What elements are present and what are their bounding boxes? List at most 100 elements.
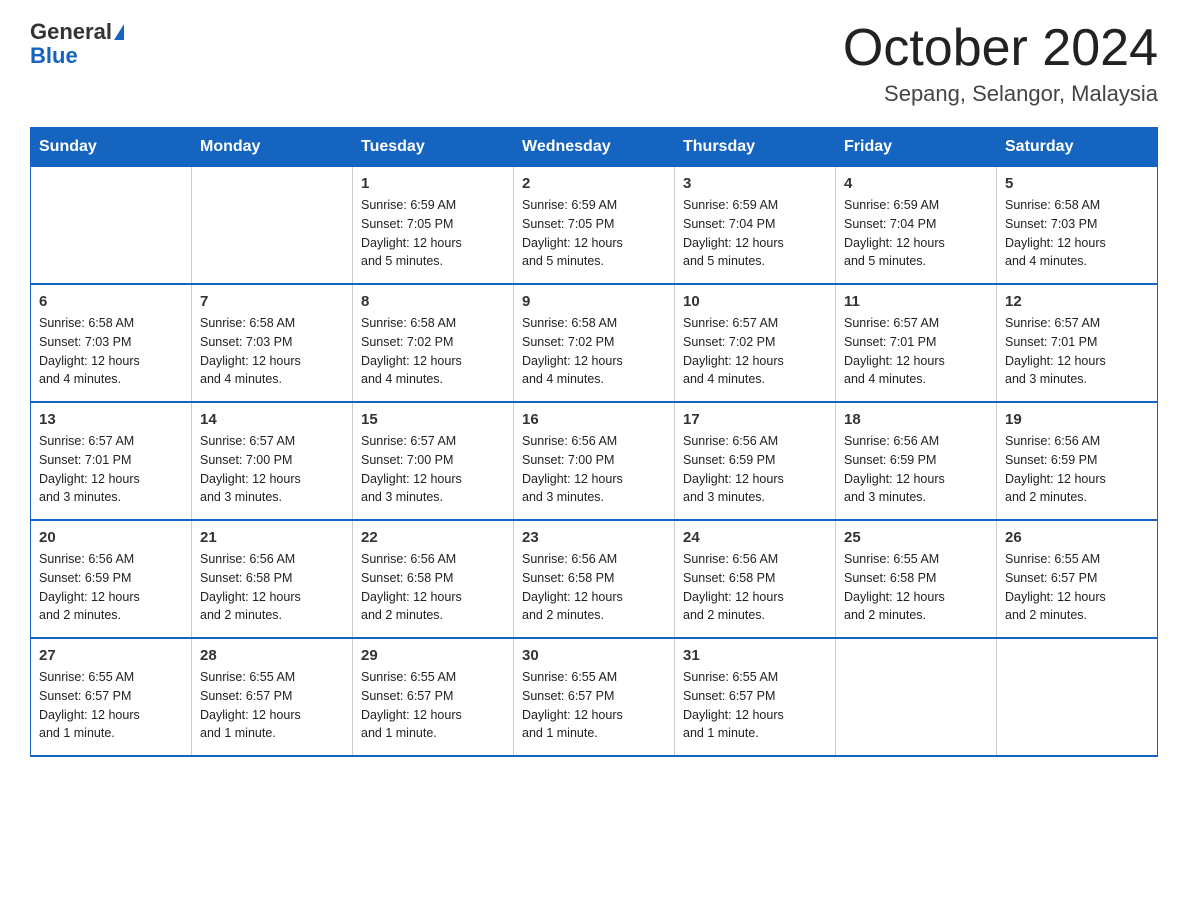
day-info: Sunrise: 6:58 AMSunset: 7:03 PMDaylight:…: [1005, 196, 1149, 271]
calendar-cell: [997, 638, 1158, 756]
calendar-cell: 31 Sunrise: 6:55 AMSunset: 6:57 PMDayligh…: [675, 638, 836, 756]
day-info: Sunrise: 6:59 AMSunset: 7:05 PMDaylight:…: [361, 196, 505, 271]
day-info: Sunrise: 6:56 AMSunset: 7:00 PMDaylight:…: [522, 432, 666, 507]
calendar-cell: 26 Sunrise: 6:55 AMSunset: 6:57 PMDayligh…: [997, 520, 1158, 638]
day-number: 1: [361, 175, 505, 192]
day-info: Sunrise: 6:55 AMSunset: 6:57 PMDaylight:…: [683, 668, 827, 743]
day-info: Sunrise: 6:55 AMSunset: 6:57 PMDaylight:…: [1005, 550, 1149, 625]
calendar-cell: 9 Sunrise: 6:58 AMSunset: 7:02 PMDaylight…: [514, 284, 675, 402]
day-info: Sunrise: 6:58 AMSunset: 7:03 PMDaylight:…: [39, 314, 183, 389]
day-info: Sunrise: 6:59 AMSunset: 7:05 PMDaylight:…: [522, 196, 666, 271]
calendar-cell: 22 Sunrise: 6:56 AMSunset: 6:58 PMDayligh…: [353, 520, 514, 638]
day-info: Sunrise: 6:56 AMSunset: 6:59 PMDaylight:…: [683, 432, 827, 507]
day-info: Sunrise: 6:58 AMSunset: 7:03 PMDaylight:…: [200, 314, 344, 389]
day-number: 19: [1005, 411, 1149, 428]
day-info: Sunrise: 6:56 AMSunset: 6:58 PMDaylight:…: [200, 550, 344, 625]
day-number: 13: [39, 411, 183, 428]
day-number: 29: [361, 647, 505, 664]
month-title: October 2024: [843, 20, 1158, 77]
day-number: 5: [1005, 175, 1149, 192]
day-header-thursday: Thursday: [675, 128, 836, 167]
day-header-friday: Friday: [836, 128, 997, 167]
calendar-cell: 8 Sunrise: 6:58 AMSunset: 7:02 PMDaylight…: [353, 284, 514, 402]
day-info: Sunrise: 6:57 AMSunset: 7:00 PMDaylight:…: [200, 432, 344, 507]
calendar-cell: 25 Sunrise: 6:55 AMSunset: 6:58 PMDayligh…: [836, 520, 997, 638]
calendar-cell: 23 Sunrise: 6:56 AMSunset: 6:58 PMDayligh…: [514, 520, 675, 638]
day-number: 7: [200, 293, 344, 310]
day-number: 9: [522, 293, 666, 310]
calendar-cell: 21 Sunrise: 6:56 AMSunset: 6:58 PMDayligh…: [192, 520, 353, 638]
day-number: 24: [683, 529, 827, 546]
day-info: Sunrise: 6:56 AMSunset: 6:59 PMDaylight:…: [1005, 432, 1149, 507]
logo-blue-text: Blue: [30, 44, 124, 68]
day-info: Sunrise: 6:57 AMSunset: 7:01 PMDaylight:…: [1005, 314, 1149, 389]
day-info: Sunrise: 6:55 AMSunset: 6:57 PMDaylight:…: [522, 668, 666, 743]
day-info: Sunrise: 6:57 AMSunset: 7:00 PMDaylight:…: [361, 432, 505, 507]
day-info: Sunrise: 6:56 AMSunset: 6:58 PMDaylight:…: [361, 550, 505, 625]
calendar-cell: 24 Sunrise: 6:56 AMSunset: 6:58 PMDayligh…: [675, 520, 836, 638]
calendar-cell: [836, 638, 997, 756]
calendar-cell: 19 Sunrise: 6:56 AMSunset: 6:59 PMDayligh…: [997, 402, 1158, 520]
calendar-cell: 29 Sunrise: 6:55 AMSunset: 6:57 PMDayligh…: [353, 638, 514, 756]
day-number: 4: [844, 175, 988, 192]
day-info: Sunrise: 6:59 AMSunset: 7:04 PMDaylight:…: [844, 196, 988, 271]
day-number: 15: [361, 411, 505, 428]
day-number: 8: [361, 293, 505, 310]
location: Sepang, Selangor, Malaysia: [843, 81, 1158, 107]
day-number: 23: [522, 529, 666, 546]
logo: General Blue: [30, 20, 124, 68]
day-info: Sunrise: 6:55 AMSunset: 6:57 PMDaylight:…: [361, 668, 505, 743]
day-info: Sunrise: 6:58 AMSunset: 7:02 PMDaylight:…: [361, 314, 505, 389]
day-number: 6: [39, 293, 183, 310]
day-header-sunday: Sunday: [31, 128, 192, 167]
calendar-cell: 13Sunrise: 6:57 AMSunset: 7:01 PMDayligh…: [31, 402, 192, 520]
calendar-cell: 20Sunrise: 6:56 AMSunset: 6:59 PMDayligh…: [31, 520, 192, 638]
calendar-cell: 4 Sunrise: 6:59 AMSunset: 7:04 PMDaylight…: [836, 167, 997, 285]
day-info: Sunrise: 6:58 AMSunset: 7:02 PMDaylight:…: [522, 314, 666, 389]
calendar-week-row: 20Sunrise: 6:56 AMSunset: 6:59 PMDayligh…: [31, 520, 1158, 638]
calendar-week-row: 27 Sunrise: 6:55 AMSunset: 6:57 PMDayligh…: [31, 638, 1158, 756]
calendar-cell: 2 Sunrise: 6:59 AMSunset: 7:05 PMDaylight…: [514, 167, 675, 285]
day-number: 20: [39, 529, 183, 546]
calendar-week-row: 1 Sunrise: 6:59 AMSunset: 7:05 PMDaylight…: [31, 167, 1158, 285]
calendar-table: SundayMondayTuesdayWednesdayThursdayFrid…: [30, 127, 1158, 757]
calendar-cell: 16Sunrise: 6:56 AMSunset: 7:00 PMDayligh…: [514, 402, 675, 520]
calendar-cell: [31, 167, 192, 285]
calendar-week-row: 13Sunrise: 6:57 AMSunset: 7:01 PMDayligh…: [31, 402, 1158, 520]
day-number: 2: [522, 175, 666, 192]
day-number: 25: [844, 529, 988, 546]
calendar-week-row: 6 Sunrise: 6:58 AMSunset: 7:03 PMDaylight…: [31, 284, 1158, 402]
day-number: 17: [683, 411, 827, 428]
day-number: 11: [844, 293, 988, 310]
day-number: 3: [683, 175, 827, 192]
day-number: 12: [1005, 293, 1149, 310]
day-number: 22: [361, 529, 505, 546]
logo-triangle-icon: [114, 24, 124, 40]
calendar-cell: 3 Sunrise: 6:59 AMSunset: 7:04 PMDaylight…: [675, 167, 836, 285]
day-number: 28: [200, 647, 344, 664]
day-number: 31: [683, 647, 827, 664]
calendar-cell: 7 Sunrise: 6:58 AMSunset: 7:03 PMDaylight…: [192, 284, 353, 402]
day-info: Sunrise: 6:56 AMSunset: 6:58 PMDaylight:…: [683, 550, 827, 625]
day-number: 27: [39, 647, 183, 664]
day-number: 14: [200, 411, 344, 428]
day-info: Sunrise: 6:55 AMSunset: 6:58 PMDaylight:…: [844, 550, 988, 625]
day-header-tuesday: Tuesday: [353, 128, 514, 167]
page-header: General Blue October 2024 Sepang, Selang…: [30, 20, 1158, 107]
day-info: Sunrise: 6:56 AMSunset: 6:58 PMDaylight:…: [522, 550, 666, 625]
day-number: 26: [1005, 529, 1149, 546]
day-header-saturday: Saturday: [997, 128, 1158, 167]
calendar-cell: 28Sunrise: 6:55 AMSunset: 6:57 PMDayligh…: [192, 638, 353, 756]
day-header-wednesday: Wednesday: [514, 128, 675, 167]
calendar-cell: 11 Sunrise: 6:57 AMSunset: 7:01 PMDayligh…: [836, 284, 997, 402]
day-number: 21: [200, 529, 344, 546]
day-info: Sunrise: 6:57 AMSunset: 7:01 PMDaylight:…: [844, 314, 988, 389]
calendar-cell: 14 Sunrise: 6:57 AMSunset: 7:00 PMDayligh…: [192, 402, 353, 520]
title-section: October 2024 Sepang, Selangor, Malaysia: [843, 20, 1158, 107]
day-info: Sunrise: 6:56 AMSunset: 6:59 PMDaylight:…: [844, 432, 988, 507]
day-info: Sunrise: 6:59 AMSunset: 7:04 PMDaylight:…: [683, 196, 827, 271]
calendar-cell: 15 Sunrise: 6:57 AMSunset: 7:00 PMDayligh…: [353, 402, 514, 520]
day-info: Sunrise: 6:57 AMSunset: 7:02 PMDaylight:…: [683, 314, 827, 389]
calendar-cell: [192, 167, 353, 285]
calendar-cell: 17 Sunrise: 6:56 AMSunset: 6:59 PMDayligh…: [675, 402, 836, 520]
